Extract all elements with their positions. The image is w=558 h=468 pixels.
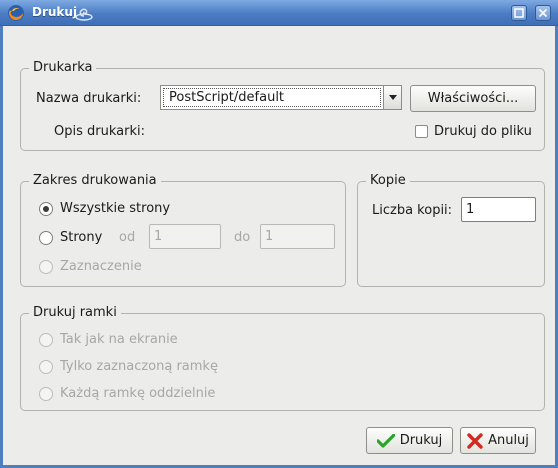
- selection-label[interactable]: Zaznaczenie: [60, 259, 142, 275]
- print-to-file-checkbox[interactable]: [415, 125, 428, 138]
- properties-button-label: Właściwości...: [427, 91, 519, 106]
- properties-button[interactable]: Właściwości...: [410, 85, 536, 112]
- each-frame-radio[interactable]: [39, 387, 53, 401]
- copies-count-label: Liczba kopii:: [372, 203, 453, 218]
- pages-label[interactable]: Strony: [60, 230, 102, 246]
- print-frames-group-title: Drukuj ramki: [29, 305, 121, 321]
- print-to-file-label[interactable]: Drukuj do pliku: [434, 124, 532, 140]
- cancel-button[interactable]: Anuluj: [460, 427, 536, 454]
- dropdown-arrow-icon: [389, 95, 397, 100]
- radio-selected-dot: [43, 206, 49, 212]
- selected-frame-radio[interactable]: [39, 360, 53, 374]
- cross-icon: [467, 432, 483, 449]
- window-title: Drukuj: [32, 5, 78, 19]
- firefox-icon: [8, 5, 24, 21]
- from-label: od: [119, 230, 136, 245]
- each-frame-label[interactable]: Każdą ramkę oddzielnie: [60, 386, 215, 402]
- as-on-screen-label[interactable]: Tak jak na ekranie: [60, 332, 178, 348]
- selected-frame-label[interactable]: Tylko zaznaczoną ramkę: [60, 359, 218, 375]
- printer-description-label: Opis drukarki:: [54, 124, 145, 139]
- copies-group-title: Kopie: [366, 173, 410, 189]
- maximize-icon: [514, 8, 524, 18]
- maximize-button[interactable]: [511, 5, 527, 21]
- title-bar: Drukuj: [0, 0, 558, 26]
- as-on-screen-radio[interactable]: [39, 333, 53, 347]
- all-pages-label[interactable]: Wszystkie strony: [60, 201, 170, 217]
- printer-select[interactable]: PostScript/default: [160, 85, 402, 110]
- print-dialog: Drukuj Drukarka Nazwa drukarki: PostScri…: [0, 0, 558, 468]
- copies-count-input[interactable]: 1: [461, 197, 536, 222]
- printer-name-label: Nazwa drukarki:: [36, 91, 142, 106]
- printer-select-arrow[interactable]: [383, 86, 401, 109]
- close-button[interactable]: [535, 5, 551, 21]
- print-button[interactable]: Drukuj: [366, 427, 453, 454]
- printer-group-title: Drukarka: [29, 60, 97, 76]
- from-page-field[interactable]: 1: [149, 224, 221, 249]
- selection-radio[interactable]: [39, 260, 53, 274]
- pages-radio[interactable]: [39, 231, 53, 245]
- print-range-group-title: Zakres drukowania: [29, 173, 161, 189]
- all-pages-radio[interactable]: [39, 202, 53, 216]
- cancel-button-label: Anuluj: [488, 433, 529, 448]
- close-icon: [538, 8, 548, 18]
- checkmark-icon: [376, 433, 395, 448]
- printer-select-value: PostScript/default: [163, 88, 381, 107]
- to-label: do: [234, 230, 251, 245]
- print-button-label: Drukuj: [399, 433, 443, 448]
- to-page-field[interactable]: 1: [260, 224, 335, 249]
- spiral-icon: [75, 8, 93, 21]
